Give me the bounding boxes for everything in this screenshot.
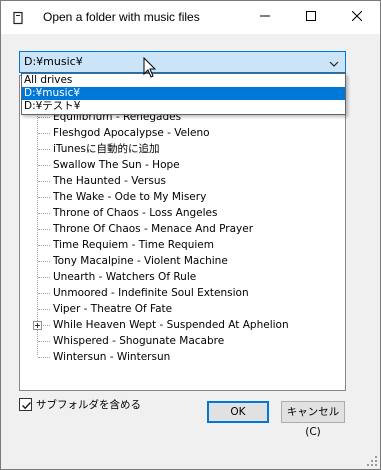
close-icon	[351, 10, 363, 24]
tree-item[interactable]: Viper - Theatre Of Fate	[20, 301, 345, 317]
dropdown-option-test[interactable]: D:¥テスト¥	[22, 100, 345, 113]
folder-select-dropdown[interactable]: All drives D:¥music¥ D:¥テスト¥	[21, 73, 346, 115]
tree-item-label: Unmoored - Indefinite Soul Extension	[53, 287, 249, 299]
tree-connector	[38, 117, 50, 118]
tree-item[interactable]: Unmoored - Indefinite Soul Extension	[20, 285, 345, 301]
tree-item-label: Unearth - Watchers Of Rule	[53, 271, 197, 283]
chevron-down-icon[interactable]	[329, 58, 339, 67]
tree-connector	[38, 197, 50, 198]
ok-button[interactable]: OK	[207, 401, 269, 423]
include-subfolders-label: サブフォルダを含める	[36, 399, 141, 411]
expand-plus-icon[interactable]	[33, 321, 42, 330]
tree-connector	[38, 133, 50, 134]
tree-item[interactable]: Tony Macalpine - Violent Machine	[20, 253, 345, 269]
tree-connector	[38, 293, 50, 294]
tree-item-label: Whispered - Shogunate Macabre	[53, 335, 225, 347]
tree-item-label: Time Requiem - Time Requiem	[53, 239, 214, 251]
tree-item[interactable]: While Heaven Wept - Suspended At Aphelio…	[20, 317, 345, 333]
cancel-button[interactable]: キャンセル(C)	[281, 401, 345, 438]
tree-connector	[38, 181, 50, 182]
include-subfolders-checkbox[interactable]	[19, 398, 32, 411]
tree-connector	[38, 309, 50, 310]
tree-connector	[38, 341, 50, 342]
tree-connector	[38, 165, 50, 166]
mouse-cursor-icon	[143, 56, 157, 79]
tree-item[interactable]: Time Requiem - Time Requiem	[20, 237, 345, 253]
tree-connector	[38, 277, 50, 278]
app-icon	[11, 11, 25, 25]
folder-tree[interactable]: Equilibrium - Renegades Fleshgod Apocalyp…	[19, 75, 346, 391]
tree-connector	[38, 213, 50, 214]
tree-item[interactable]: iTunesに自動的に追加	[20, 141, 345, 157]
close-button[interactable]	[334, 1, 380, 34]
window-title: Open a folder with music files	[43, 10, 200, 24]
title-bar[interactable]: Open a folder with music files	[1, 1, 380, 34]
dropdown-option-all-drives[interactable]: All drives	[22, 74, 345, 87]
tree-connector	[38, 229, 50, 230]
tree-item[interactable]: Throne of Chaos - Loss Angeles	[20, 205, 345, 221]
include-subfolders-option[interactable]: サブフォルダを含める	[19, 397, 199, 413]
tree-item[interactable]: Whispered - Shogunate Macabre	[20, 333, 345, 349]
minimize-button[interactable]	[242, 1, 288, 34]
tree-item-label: Wintersun - Wintersun	[53, 351, 171, 363]
folder-select-value: D:¥music¥	[24, 55, 83, 68]
checkmark-icon	[21, 401, 32, 410]
maximize-button[interactable]	[288, 1, 334, 34]
tree-item[interactable]: Throne Of Chaos - Menace And Prayer	[20, 221, 345, 237]
tree-item-label: Throne Of Chaos - Menace And Prayer	[53, 223, 254, 235]
minimize-icon	[260, 11, 270, 24]
maximize-icon	[306, 11, 316, 24]
folder-select[interactable]: D:¥music¥	[19, 51, 346, 73]
tree-item-label: Viper - Theatre Of Fate	[53, 303, 173, 315]
tree-connector	[38, 261, 50, 262]
tree-item[interactable]: Wintersun - Wintersun	[20, 349, 345, 365]
tree-item[interactable]: Fleshgod Apocalypse - Veleno	[20, 125, 345, 141]
tree-item[interactable]: Swallow The Sun - Hope	[20, 157, 345, 173]
open-folder-dialog: Open a folder with music files D:¥music¥…	[0, 0, 381, 470]
tree-item-label: Fleshgod Apocalypse - Veleno	[53, 127, 210, 139]
tree-connector	[38, 149, 50, 150]
tree-item-label: Swallow The Sun - Hope	[53, 159, 180, 171]
tree-item-label: Throne of Chaos - Loss Angeles	[53, 207, 218, 219]
tree-item[interactable]: The Wake - Ode to My Misery	[20, 189, 345, 205]
tree-item-label: Tony Macalpine - Violent Machine	[53, 255, 228, 267]
dropdown-option-music[interactable]: D:¥music¥	[22, 87, 345, 100]
tree-item[interactable]: Unearth - Watchers Of Rule	[20, 269, 345, 285]
tree-connector	[38, 357, 50, 358]
tree-connector	[38, 245, 50, 246]
tree-item[interactable]: The Haunted - Versus	[20, 173, 345, 189]
tree-item-label: The Haunted - Versus	[53, 175, 166, 187]
tree-item-label: While Heaven Wept - Suspended At Aphelio…	[53, 319, 289, 331]
tree-item-label: The Wake - Ode to My Misery	[53, 191, 207, 203]
resize-grip-icon[interactable]	[366, 455, 378, 467]
tree-item-label: iTunesに自動的に追加	[53, 143, 160, 155]
